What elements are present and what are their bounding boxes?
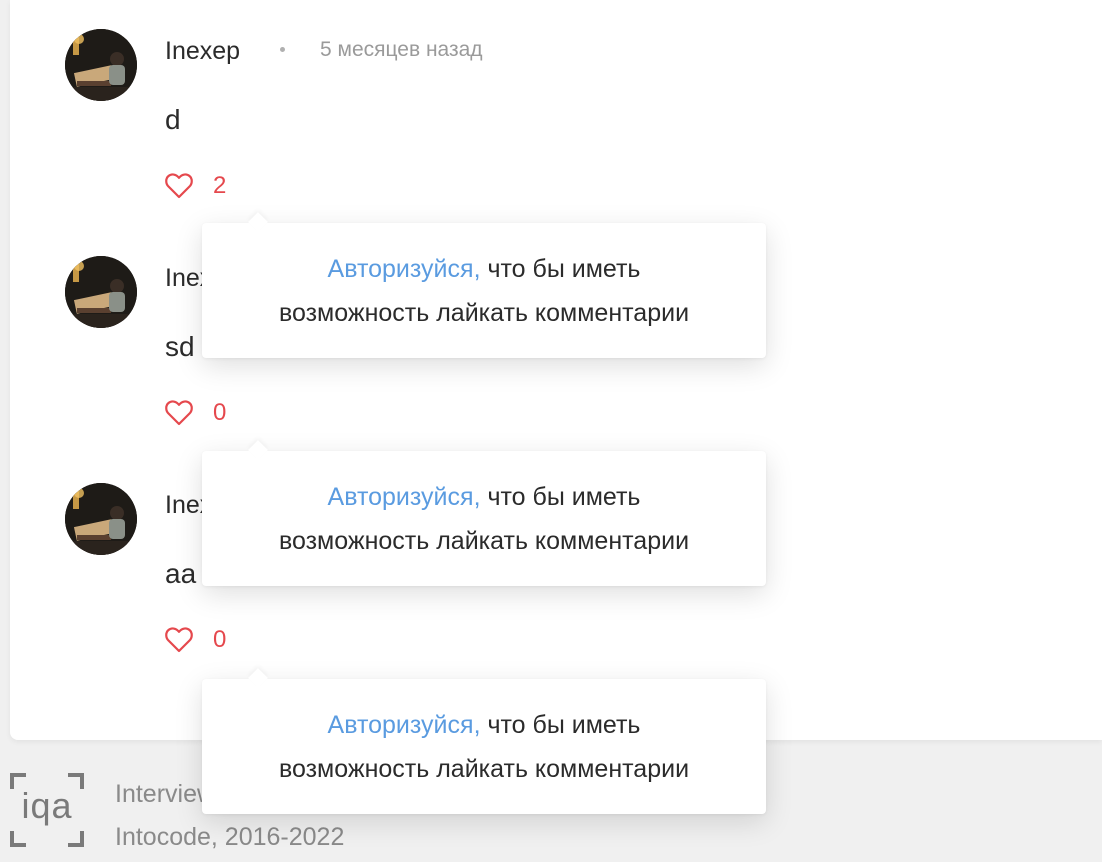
avatar[interactable] <box>65 256 137 328</box>
login-link[interactable]: Авторизуйся, <box>328 255 481 283</box>
login-tooltip: Авторизуйся, что бы иметь возможность ла… <box>202 679 766 814</box>
logo-text: iqa <box>21 785 73 826</box>
tooltip-text: что бы иметь <box>480 255 641 283</box>
like-count: 0 <box>213 399 227 426</box>
tooltip-text: что бы иметь <box>480 483 641 511</box>
tooltip-text: что бы иметь <box>480 711 641 739</box>
avatar-image-icon <box>65 256 137 328</box>
heart-icon <box>165 173 193 199</box>
comments-card: Inexep 5 месяцев назад d 2 Inexep <box>10 0 1102 740</box>
footer-copyright: Intocode, 2016-2022 <box>115 823 345 851</box>
comment-author[interactable]: Inexep <box>165 37 240 66</box>
heart-icon <box>165 627 193 653</box>
like-count: 0 <box>213 626 227 653</box>
login-link[interactable]: Авторизуйся, <box>328 711 481 739</box>
login-link[interactable]: Авторизуйся, <box>328 483 481 511</box>
login-tooltip: Авторизуйся, что бы иметь возможность ла… <box>202 451 766 586</box>
comment-text: d <box>165 104 181 135</box>
separator-dot <box>280 47 285 52</box>
login-tooltip: Авторизуйся, что бы иметь возможность ла… <box>202 223 766 358</box>
avatar-image-icon <box>65 29 137 101</box>
comment-time: 5 месяцев назад <box>320 38 483 61</box>
avatar-image-icon <box>65 483 137 555</box>
like-button[interactable]: 0 <box>165 398 226 428</box>
like-button[interactable]: 2 <box>165 171 226 201</box>
avatar[interactable] <box>65 29 137 101</box>
avatar[interactable] <box>65 483 137 555</box>
logo[interactable]: iqa <box>10 773 84 847</box>
tooltip-text: возможность лайкать комментарии <box>278 755 690 783</box>
comment-text: sd <box>165 331 195 362</box>
comment-item: Inexep 5 месяцев назад d 2 <box>10 0 1102 227</box>
like-count: 2 <box>213 172 227 199</box>
tooltip-text: возможность лайкать комментарии <box>278 527 690 555</box>
like-button[interactable]: 0 <box>165 625 226 655</box>
tooltip-text: возможность лайкать комментарии <box>278 299 690 327</box>
heart-icon <box>165 400 193 426</box>
comment-text: aa <box>165 558 197 589</box>
